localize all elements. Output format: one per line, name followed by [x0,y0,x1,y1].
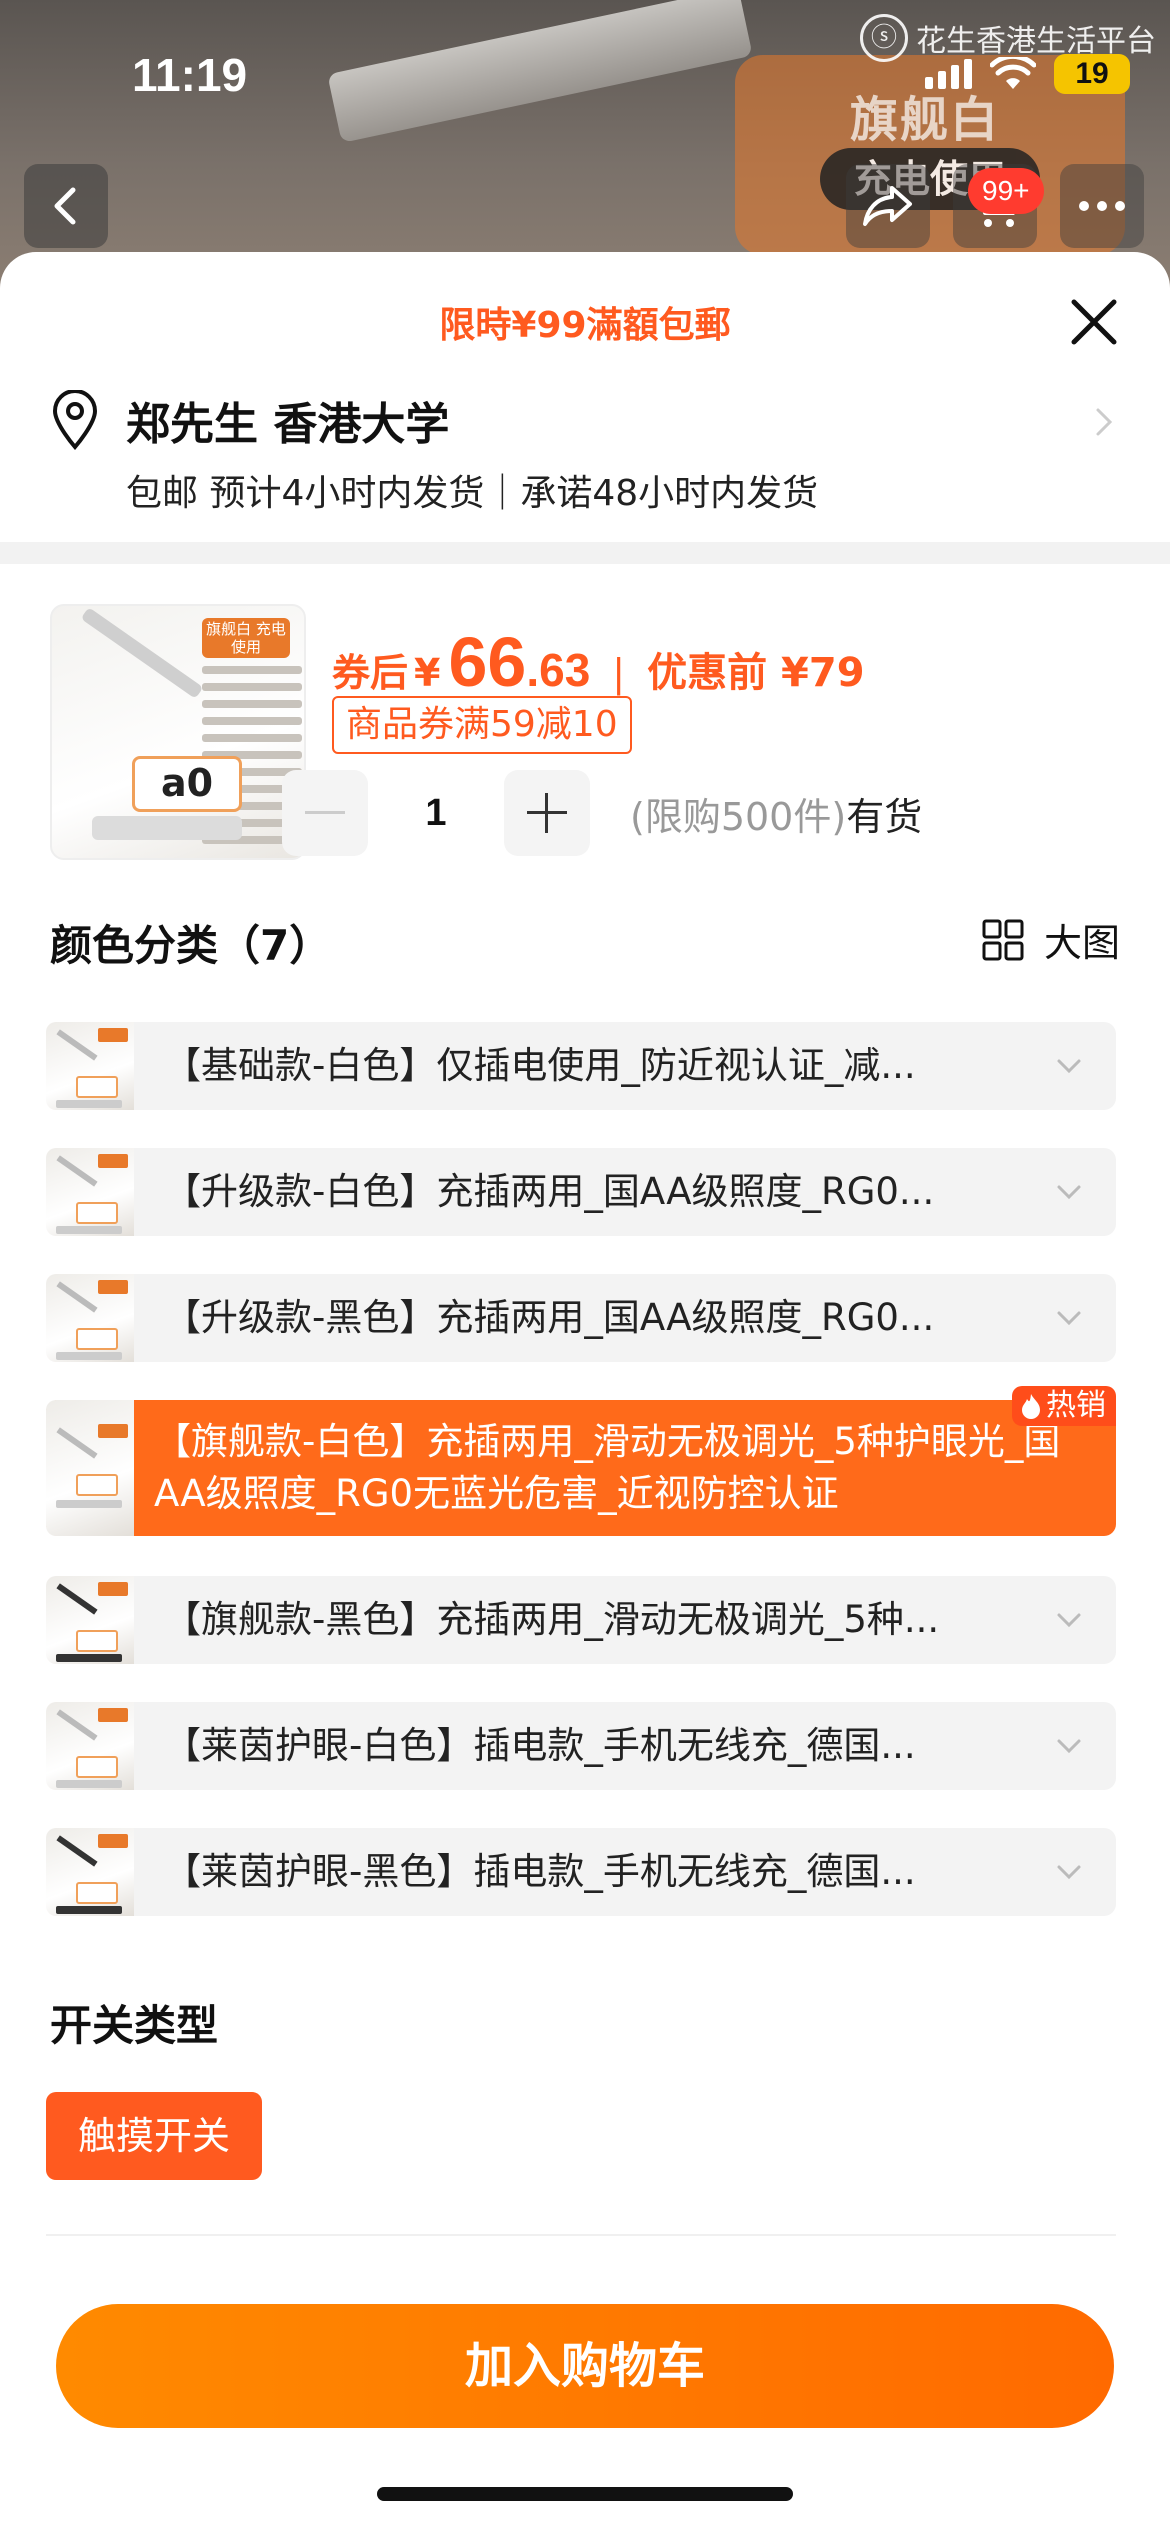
chevron-down-icon[interactable] [1054,1178,1084,1206]
footer-divider [46,2234,1116,2236]
option-label: 【旗舰款-黑色】充插两用_滑动无极调光_5种... [164,1598,940,1641]
more-icon [1079,201,1125,211]
add-to-cart-button[interactable]: 加入购物车 [56,2304,1114,2428]
chevron-down-icon[interactable] [1054,1858,1084,1886]
flame-icon [1022,1394,1040,1419]
chevron-down-icon[interactable] [1054,1304,1084,1332]
stock-status: 有货 [846,794,923,839]
price-row: 券后 ¥ 66 .63 | 优惠前 ¥79 [332,622,865,702]
price-integer: 66 [448,623,527,701]
option-label: 【基础款-白色】仅插电使用_防近视认证_减... [164,1044,916,1087]
recipient-name: 郑先生 香港大学 [126,399,450,450]
shipping-address-row[interactable]: 郑先生 香港大学 包邮 预计4小时内发货｜承诺48小时内发货 [50,382,1120,542]
watermark-text: 花生香港生活平台 [916,24,1156,59]
option-thumbnail [46,1274,134,1362]
switch-type-title: 开关类型 [50,2001,219,2050]
option-label: 【旗舰款-白色】充插两用_滑动无极调光_5种护眼光_国AA级照度_RG0无蓝光危… [154,1420,1061,1515]
big-view-toggle[interactable]: 大图 [982,912,1120,967]
sku-selector-sheet: 限時¥99滿額包郵 郑先生 香港大学 包邮 预计4小时内发货｜承诺48小时内发货… [0,252,1170,2532]
grid-icon [982,919,1024,960]
option-thumbnail [46,1828,134,1916]
option-label: 【升级款-白色】充插两用_国AA级照度_RG0... [164,1170,935,1213]
hot-sale-label: 热销 [1046,1388,1106,1423]
location-pin-icon [52,390,98,450]
currency-symbol: ¥ [414,651,441,695]
share-icon [863,186,912,226]
purchase-limit: (限购500件) [630,794,847,839]
option-thumbnail [46,1400,134,1536]
color-option[interactable]: 【升级款-黑色】充插两用_国AA级照度_RG0... [46,1274,1116,1362]
share-button[interactable] [846,164,930,248]
increase-quantity-button[interactable] [504,770,590,856]
big-view-label: 大图 [1043,921,1120,965]
close-icon[interactable] [1062,290,1126,354]
thumbnail-tag: 旗舰白 充电使用 [202,618,290,658]
plus-icon [527,793,567,833]
color-option-selected[interactable]: 【旗舰款-白色】充插两用_滑动无极调光_5种护眼光_国AA级照度_RG0无蓝光危… [46,1386,1116,1536]
option-thumbnail [46,1148,134,1236]
option-thumbnail [46,1702,134,1790]
cellular-signal-icon [925,59,972,89]
cart-count-badge: 99+ [968,168,1044,214]
color-section-title: 颜色分类（7） [50,921,332,970]
chevron-right-icon [1096,408,1113,436]
option-thumbnail [46,1576,134,1664]
chevron-left-icon [54,187,76,225]
lamp-image [327,0,753,143]
switch-option-touch[interactable]: 触摸开关 [46,2092,263,2180]
option-label: 【莱茵护眼-黑色】插电款_手机无线充_德国... [164,1850,916,1893]
quantity-stepper: 1 (限购500件) 有货 [282,770,922,856]
price-label: 券后 [332,651,409,695]
option-label: 【莱茵护眼-白色】插电款_手机无线充_德国... [164,1724,916,1767]
option-thumbnail [46,1022,134,1110]
thumbnail-clock: a0 [132,756,242,812]
price-decimal: .63 [526,644,591,696]
status-time: 11:19 [132,49,248,101]
free-shipping-promo: 限時¥99滿額包郵 [439,305,731,346]
chevron-down-icon[interactable] [1054,1732,1084,1760]
price-separator: | [612,651,626,695]
watermark: ⓢ 花生香港生活平台 [860,14,1156,62]
color-option[interactable]: 【升级款-白色】充插两用_国AA级照度_RG0... [46,1148,1116,1236]
chevron-down-icon[interactable] [1054,1606,1084,1634]
hot-sale-badge: 热销 [1012,1386,1116,1426]
color-option[interactable]: 【莱茵护眼-黑色】插电款_手机无线充_德国... [46,1828,1116,1916]
quantity-value[interactable]: 1 [368,792,504,835]
product-thumbnail[interactable]: 旗舰白 充电使用 a0 [50,604,306,860]
wifi-icon [990,57,1036,89]
chevron-down-icon[interactable] [1054,1052,1084,1080]
color-option[interactable]: 【基础款-白色】仅插电使用_防近视认证_减... [46,1022,1116,1110]
minus-icon [305,811,345,814]
color-option[interactable]: 【旗舰款-黑色】充插两用_滑动无极调光_5种... [46,1576,1116,1664]
original-price: 优惠前 ¥79 [647,650,865,696]
back-button[interactable] [24,164,108,248]
shipping-estimate: 包邮 预计4小时内发货｜承诺48小时内发货 [126,473,819,514]
section-divider [0,542,1170,564]
coupon-badge[interactable]: 商品券满59减10 [332,696,632,754]
watermark-logo-icon: ⓢ [860,14,908,62]
option-label: 【升级款-黑色】充插两用_国AA级照度_RG0... [164,1296,935,1339]
more-button[interactable] [1060,164,1144,248]
home-indicator [377,2487,793,2501]
color-option[interactable]: 【莱茵护眼-白色】插电款_手机无线充_德国... [46,1702,1116,1790]
decrease-quantity-button[interactable] [282,770,368,856]
